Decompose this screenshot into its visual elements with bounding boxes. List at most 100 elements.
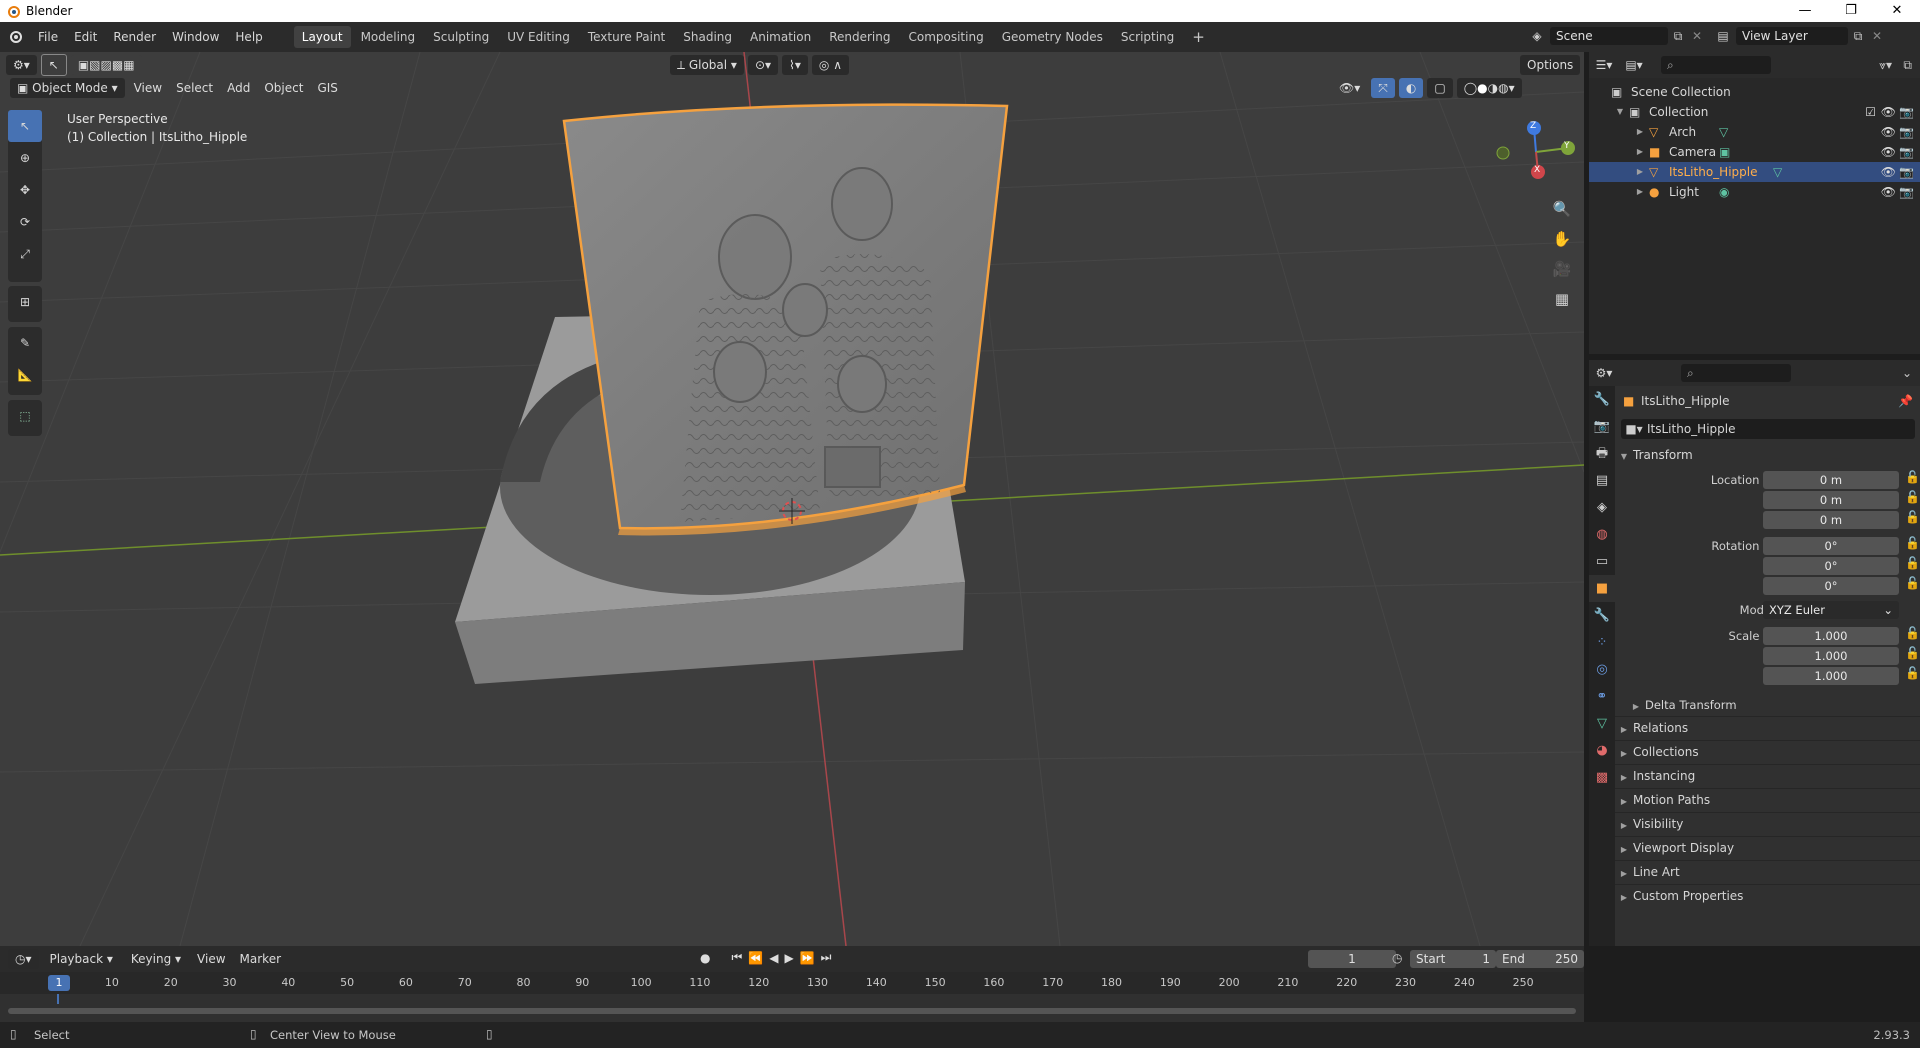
viewport-menu-select[interactable]: Select: [169, 81, 220, 95]
record-icon[interactable]: ●: [700, 951, 710, 965]
expand-arrow-icon[interactable]: ▶: [1615, 791, 1633, 813]
zoom-icon[interactable]: 🔍: [1550, 194, 1574, 224]
play-reverse-icon[interactable]: ◀: [769, 951, 778, 965]
collapse-arrow-icon[interactable]: ▼: [1611, 102, 1629, 122]
menu-render[interactable]: Render: [105, 22, 164, 52]
data-tab-icon[interactable]: ▽: [1589, 710, 1615, 737]
rotation-z-field[interactable]: 0°: [1763, 577, 1899, 595]
move-tool[interactable]: ✥: [8, 174, 42, 206]
mode-dropdown[interactable]: ▣ Object Mode ▾: [10, 78, 125, 98]
lock-icon[interactable]: 🔓: [1905, 510, 1920, 524]
instancing-section[interactable]: ▶ Instancing: [1615, 764, 1920, 787]
modifier-tab-icon[interactable]: 🔧: [1589, 602, 1615, 629]
xray-icon[interactable]: ▢: [1427, 78, 1453, 98]
outliner-item-arch[interactable]: ▶ ▽ Arch ▽ 👁 📷: [1589, 122, 1920, 142]
visibility-eye-icon[interactable]: 👁: [1881, 102, 1896, 122]
expand-arrow-icon[interactable]: ▶: [1615, 719, 1633, 741]
delta-transform-section[interactable]: ▶ Delta Transform: [1627, 694, 1920, 716]
playback-menu[interactable]: Playback ▾: [43, 949, 120, 969]
cursor-tool[interactable]: ⊕: [8, 142, 42, 174]
tab-modeling[interactable]: Modeling: [353, 26, 424, 48]
render-camera-icon[interactable]: 📷: [1899, 162, 1914, 182]
scene-icon[interactable]: ◈: [1524, 29, 1550, 43]
expand-arrow-icon[interactable]: ▶: [1615, 767, 1633, 789]
transform-tool[interactable]: ⊞: [8, 286, 42, 318]
visibility-eye-icon[interactable]: 👁: [1881, 182, 1896, 202]
tab-geometry-nodes[interactable]: Geometry Nodes: [994, 26, 1111, 48]
tab-texture-paint[interactable]: Texture Paint: [580, 26, 673, 48]
properties-editor-icon[interactable]: ⚙▾: [1589, 366, 1619, 380]
camera-view-icon[interactable]: 🎥: [1550, 254, 1574, 284]
timeline-scrollbar[interactable]: [8, 1008, 1576, 1014]
texture-tab-icon[interactable]: ▩: [1589, 764, 1615, 791]
minimize-button[interactable]: —: [1782, 0, 1828, 22]
pivot-point-icon[interactable]: ⊙▾: [747, 55, 779, 75]
blender-menu-icon[interactable]: [0, 22, 30, 52]
play-icon[interactable]: ▶: [784, 951, 793, 965]
new-collection-icon[interactable]: ⧉: [1903, 58, 1912, 73]
select-box-tool[interactable]: ↖: [8, 110, 42, 142]
viewport-scene[interactable]: [0, 52, 1584, 946]
filter-icon[interactable]: ⩔▾: [1879, 58, 1892, 73]
object-browse-icon[interactable]: ■▾: [1621, 422, 1647, 436]
pin-icon[interactable]: 📌: [1898, 394, 1913, 408]
outliner-item-camera[interactable]: ▶ ■ Camera ▣ 👁 📷: [1589, 142, 1920, 162]
scene-name-field[interactable]: Scene: [1550, 27, 1668, 45]
expand-arrow-icon[interactable]: ▶: [1615, 743, 1633, 765]
current-frame-field[interactable]: 1: [1308, 950, 1396, 968]
visibility-eye-icon[interactable]: 👁: [1881, 122, 1896, 142]
jump-start-icon[interactable]: ⏮: [731, 950, 742, 965]
jump-keyframe-back-icon[interactable]: ⏪: [748, 951, 763, 965]
annotate-tool[interactable]: ✎: [8, 327, 42, 359]
object-name-field[interactable]: ■▾ ItsLitho_Hipple: [1621, 419, 1915, 439]
scale-y-field[interactable]: 1.000: [1763, 647, 1899, 665]
tab-layout[interactable]: Layout: [293, 26, 351, 48]
physics-tab-icon[interactable]: ◎: [1589, 656, 1615, 683]
material-tab-icon[interactable]: ◕: [1589, 737, 1615, 764]
menu-window[interactable]: Window: [164, 22, 227, 52]
render-tab-icon[interactable]: 📷: [1589, 413, 1615, 440]
lock-icon[interactable]: 🔓: [1905, 666, 1920, 680]
lock-icon[interactable]: 🔓: [1905, 470, 1920, 484]
location-x-field[interactable]: 0 m: [1763, 471, 1899, 489]
menu-help[interactable]: Help: [227, 22, 270, 52]
options-button[interactable]: Options: [1520, 55, 1581, 75]
visibility-eye-icon[interactable]: 👁: [1881, 142, 1896, 162]
object-tab-icon[interactable]: ■: [1589, 575, 1615, 602]
shading-modes-icons[interactable]: ◯●◑◍▾: [1456, 78, 1522, 98]
transform-section-header[interactable]: ▼ Transform: [1615, 444, 1920, 466]
marker-menu[interactable]: Marker: [233, 952, 288, 966]
timeline-editor-icon[interactable]: ◷▾: [8, 949, 39, 969]
clock-icon[interactable]: ◷: [1392, 951, 1402, 965]
view-layer-icon[interactable]: ▤: [1710, 29, 1736, 43]
litho-panel-mesh[interactable]: [562, 103, 1009, 536]
constraints-tab-icon[interactable]: ⚭: [1589, 683, 1615, 710]
expand-arrow-icon[interactable]: ▶: [1615, 863, 1633, 885]
gizmo-toggle-icon[interactable]: ⤧: [1371, 78, 1395, 98]
keying-menu[interactable]: Keying ▾: [124, 949, 188, 969]
rotate-tool[interactable]: ⟳: [8, 206, 42, 238]
viewport-menu-add[interactable]: Add: [220, 81, 257, 95]
tab-rendering[interactable]: Rendering: [821, 26, 898, 48]
particles-tab-icon[interactable]: ⁘: [1589, 629, 1615, 656]
lock-icon[interactable]: 🔓: [1905, 490, 1920, 504]
new-scene-icon[interactable]: ⧉: [1668, 29, 1688, 44]
lock-icon[interactable]: 🔓: [1905, 626, 1920, 640]
expand-arrow-icon[interactable]: ▶: [1627, 696, 1645, 718]
perspective-grid-icon[interactable]: ▦: [1550, 284, 1574, 314]
expand-arrow-icon[interactable]: ▶: [1631, 122, 1649, 142]
delete-view-layer-icon[interactable]: ✕: [1868, 29, 1886, 43]
render-camera-icon[interactable]: 📷: [1899, 102, 1914, 122]
rotation-y-field[interactable]: 0°: [1763, 557, 1899, 575]
viewport-menu-gis[interactable]: GIS: [310, 81, 344, 95]
view-layer-field[interactable]: View Layer: [1736, 27, 1848, 45]
close-button[interactable]: ✕: [1874, 0, 1920, 22]
options-chevron-icon[interactable]: ⌄: [1902, 366, 1912, 380]
scale-x-field[interactable]: 1.000: [1763, 627, 1899, 645]
timeline-ruler[interactable]: 1 10 20 30 40 50 60 70 80 90 100 110 120 130 140 150 16…: [0, 972, 1584, 994]
measure-tool[interactable]: 📐: [8, 359, 42, 391]
select-mode-icons[interactable]: ▣▧▨▩▦: [70, 55, 142, 75]
scale-z-field[interactable]: 1.000: [1763, 667, 1899, 685]
pan-hand-icon[interactable]: ✋: [1550, 224, 1574, 254]
display-mode-icon[interactable]: ▤▾: [1619, 58, 1649, 72]
